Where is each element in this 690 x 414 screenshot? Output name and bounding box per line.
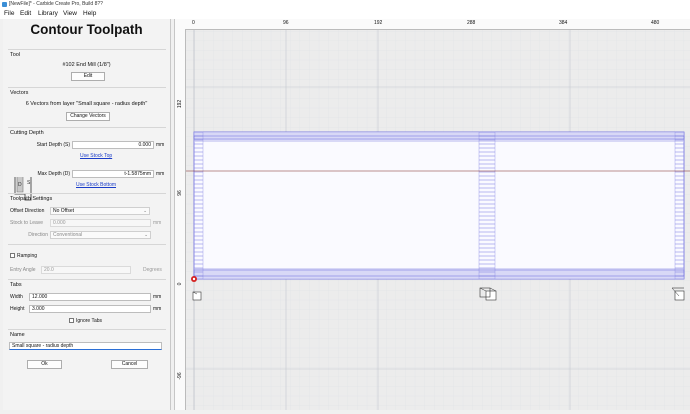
max-depth-input[interactable]: t-1.5875mm bbox=[72, 170, 154, 178]
vertical-ruler: 192 96 0 -96 bbox=[175, 29, 186, 410]
svg-text:D: D bbox=[18, 182, 22, 188]
offset-direction-value: No Offset bbox=[53, 208, 75, 214]
tool-name: #102 End Mill (1/8") bbox=[62, 62, 111, 68]
chevron-down-icon: ⌄ bbox=[143, 208, 147, 213]
entry-angle-unit: Degrees bbox=[143, 267, 162, 273]
toolpath-name-input[interactable]: Small square - radius depth bbox=[9, 342, 162, 350]
toolpath-band-middle bbox=[478, 131, 496, 280]
ruler-x-label: 0 bbox=[192, 20, 195, 26]
toolpath-settings-section-label: Toolpath Settings bbox=[10, 196, 53, 202]
ignore-tabs-checkbox[interactable] bbox=[69, 318, 74, 323]
max-depth-label: Max Depth (D) bbox=[37, 171, 70, 177]
change-vectors-button[interactable]: Change Vectors bbox=[66, 112, 110, 121]
menu-edit[interactable]: Edit bbox=[20, 10, 31, 17]
window-title: [NewFile]* - Carbide Create Pro, Build 8… bbox=[9, 1, 103, 7]
ruler-x-label: 192 bbox=[374, 20, 383, 26]
stock-to-leave-input[interactable]: 0.000 bbox=[50, 219, 151, 227]
toolpath-band-top bbox=[194, 132, 684, 142]
ok-button[interactable]: Ok bbox=[27, 360, 62, 369]
offset-direction-select[interactable]: No Offset ⌄ bbox=[50, 207, 150, 215]
workspace[interactable] bbox=[186, 30, 690, 410]
ruler-y-label: 0 bbox=[177, 282, 183, 286]
menu-help[interactable]: Help bbox=[83, 10, 96, 17]
ruler-x-label: 384 bbox=[559, 20, 568, 26]
tab-width-unit: mm bbox=[153, 294, 162, 300]
edit-tool-button[interactable]: Edit bbox=[71, 72, 105, 81]
tab-height-input[interactable]: 3.000 bbox=[29, 305, 151, 313]
offset-direction-label: Offset Direction bbox=[10, 208, 45, 214]
svg-text:S: S bbox=[27, 180, 31, 186]
tool-section-label: Tool bbox=[10, 52, 21, 58]
menu-view[interactable]: View bbox=[63, 10, 77, 17]
contour-toolpath-panel: Contour Toolpath Tool #102 End Mill (1/8… bbox=[3, 19, 171, 410]
separator bbox=[8, 329, 166, 330]
ignore-tabs-label: Ignore Tabs bbox=[76, 318, 103, 324]
ruler-x-label: 480 bbox=[651, 20, 660, 26]
cutting-depth-section-label: Cutting Depth bbox=[10, 130, 44, 136]
name-section-label: Name bbox=[10, 332, 25, 338]
separator bbox=[8, 49, 166, 50]
direction-label: Direction bbox=[28, 232, 48, 238]
chevron-down-icon: ⌄ bbox=[144, 232, 148, 237]
tab-width-label: Width bbox=[10, 294, 23, 300]
title-bar: [NewFile]* - Carbide Create Pro, Build 8… bbox=[0, 0, 690, 9]
stock-outline[interactable] bbox=[193, 131, 685, 280]
toolpath-band-left bbox=[193, 131, 204, 280]
entry-angle-label: Entry Angle bbox=[10, 267, 36, 273]
stock-to-leave-label: Stock to Leave bbox=[10, 220, 44, 226]
menu-library[interactable]: Library bbox=[38, 10, 58, 17]
separator bbox=[8, 127, 166, 128]
tabs-section-label: Tabs bbox=[10, 282, 22, 288]
ruler-x-label: 96 bbox=[283, 20, 289, 26]
separator bbox=[8, 244, 166, 245]
start-depth-unit: mm bbox=[156, 142, 165, 148]
tab-height-unit: mm bbox=[153, 306, 162, 312]
use-stock-top-link[interactable]: Use Stock Top bbox=[80, 153, 112, 159]
origin-center bbox=[192, 277, 196, 281]
ruler-x-label: 288 bbox=[467, 20, 476, 26]
ruler-y-label: -96 bbox=[177, 372, 183, 380]
toolpath-band-right bbox=[674, 131, 685, 280]
direction-select[interactable]: Conventional ⌄ bbox=[50, 231, 151, 239]
separator bbox=[8, 193, 166, 194]
app-icon bbox=[2, 2, 7, 7]
ruler-y-label: 96 bbox=[177, 190, 183, 196]
panel-title: Contour Toolpath bbox=[30, 22, 143, 37]
stock-to-leave-unit: mm bbox=[153, 220, 162, 226]
vectors-description: 6 Vectors from layer "Small square - rad… bbox=[25, 101, 148, 107]
direction-value: Conventional bbox=[53, 232, 83, 238]
cancel-button[interactable]: Cancel bbox=[111, 360, 148, 369]
use-stock-bottom-link[interactable]: Use Stock Bottom bbox=[76, 182, 116, 188]
bottom-left-view-icon[interactable] bbox=[192, 291, 202, 301]
ruler-y-label: 192 bbox=[177, 99, 183, 109]
vectors-section-label: Vectors bbox=[10, 90, 29, 96]
max-depth-unit: mm bbox=[156, 171, 165, 177]
toolpath-band-bottom bbox=[194, 268, 684, 279]
horizontal-ruler: 0 96 192 288 384 480 bbox=[175, 19, 690, 30]
separator bbox=[8, 87, 166, 88]
tab-height-label: Height bbox=[10, 306, 25, 312]
tab-width-input[interactable]: 12.000 bbox=[29, 293, 151, 301]
start-depth-label: Start Depth (S) bbox=[36, 142, 70, 148]
ramping-checkbox[interactable] bbox=[10, 253, 15, 258]
design-canvas[interactable]: 0 96 192 288 384 480 192 96 0 -96 bbox=[174, 19, 690, 410]
entry-angle-input[interactable]: 20.0 bbox=[41, 266, 131, 274]
separator bbox=[8, 279, 166, 280]
ramping-label: Ramping bbox=[17, 253, 38, 259]
menu-bar: File Edit Library View Help bbox=[0, 9, 690, 19]
menu-file[interactable]: File bbox=[4, 10, 14, 17]
start-depth-input[interactable]: 0.000 bbox=[72, 141, 154, 149]
